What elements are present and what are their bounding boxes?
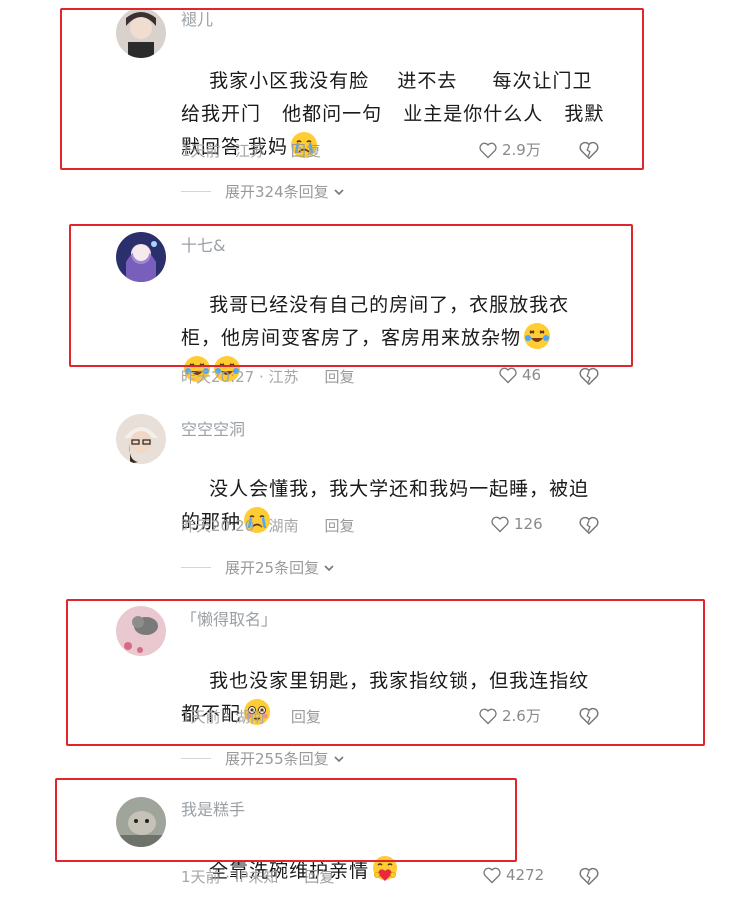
comment-meta: 昨天20:27 · 江苏 回复 bbox=[181, 366, 355, 387]
expand-replies-label: 展开25条回复 bbox=[225, 559, 320, 577]
heart-icon bbox=[499, 367, 517, 384]
like-button[interactable]: 126 bbox=[490, 514, 543, 534]
chevron-down-icon bbox=[334, 188, 344, 195]
divider bbox=[181, 191, 211, 192]
dislike-icon[interactable] bbox=[578, 865, 600, 887]
expand-replies-button[interactable]: 展开255条回复 bbox=[181, 748, 345, 769]
chevron-down-icon bbox=[324, 564, 334, 571]
dislike-icon[interactable] bbox=[578, 514, 600, 536]
comment-meta: 昨天20:20 · 湖南 回复 bbox=[181, 515, 355, 536]
like-button[interactable]: 46 bbox=[498, 365, 541, 385]
comment-meta: 1天前 · IP未知 回复 bbox=[181, 866, 334, 887]
comment-time-location: 昨天20:20 · 湖南 bbox=[181, 517, 299, 535]
reply-button[interactable]: 回复 bbox=[325, 517, 355, 535]
avatar[interactable] bbox=[116, 414, 166, 464]
highlight-box bbox=[69, 224, 633, 367]
comment-author[interactable]: 空空空洞 bbox=[181, 416, 245, 440]
expand-replies-label: 展开255条回复 bbox=[225, 750, 329, 768]
like-count: 46 bbox=[522, 366, 542, 384]
dislike-icon[interactable] bbox=[578, 365, 600, 387]
comment-time-location: 昨天20:27 · 江苏 bbox=[181, 368, 299, 386]
divider bbox=[181, 567, 211, 568]
heart-icon bbox=[491, 516, 509, 533]
highlight-box bbox=[55, 778, 517, 862]
expand-replies-label: 展开324条回复 bbox=[225, 183, 329, 201]
highlight-box bbox=[60, 8, 644, 170]
reply-button[interactable]: 回复 bbox=[304, 868, 334, 886]
comment-time-location: 1天前 · IP未知 bbox=[181, 868, 279, 886]
divider bbox=[181, 758, 211, 759]
like-button[interactable]: 4272 bbox=[482, 865, 544, 885]
reply-button[interactable]: 回复 bbox=[325, 368, 355, 386]
comment-text: 没人会懂我，我大学还和我妈一起睡，被迫的那种 bbox=[181, 440, 601, 572]
expand-replies-button[interactable]: 展开324条回复 bbox=[181, 181, 345, 202]
highlight-box bbox=[66, 599, 705, 746]
expand-replies-button[interactable]: 展开25条回复 bbox=[181, 557, 335, 578]
like-count: 4272 bbox=[506, 866, 545, 884]
heart-icon bbox=[483, 867, 501, 884]
like-count: 126 bbox=[514, 515, 543, 533]
chevron-down-icon bbox=[334, 755, 344, 762]
